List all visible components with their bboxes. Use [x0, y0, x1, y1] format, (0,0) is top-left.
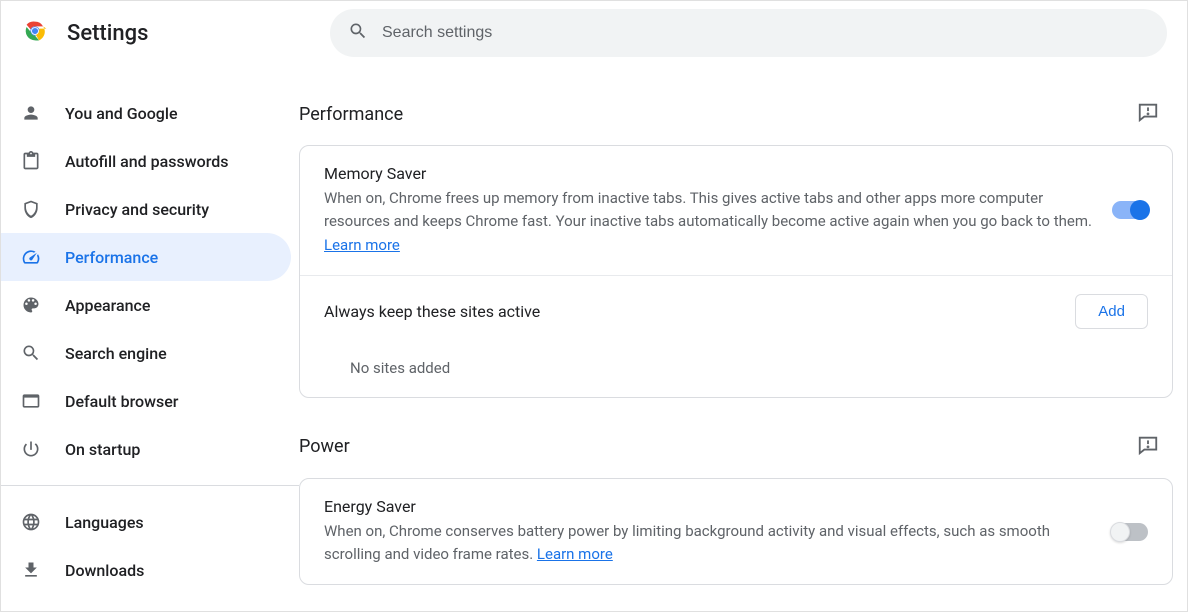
energy-saver-desc: When on, Chrome conserves battery power … — [324, 520, 1092, 567]
search-input[interactable] — [382, 24, 1149, 42]
memory-saver-desc: When on, Chrome frees up memory from ina… — [324, 187, 1092, 257]
sidebar-item-label: Privacy and security — [65, 200, 209, 219]
always-active-title: Always keep these sites active — [324, 302, 1055, 321]
sidebar-item-performance[interactable]: Performance — [1, 233, 291, 281]
sidebar-item-privacy[interactable]: Privacy and security — [1, 185, 291, 233]
feedback-icon[interactable] — [1137, 101, 1159, 127]
feedback-icon[interactable] — [1137, 434, 1159, 460]
app-header: Settings — [1, 1, 1187, 65]
learn-more-link[interactable]: Learn more — [324, 236, 400, 254]
energy-saver-row: Energy Saver When on, Chrome conserves b… — [300, 479, 1172, 585]
no-sites-text: No sites added — [300, 347, 1172, 397]
sidebar-item-label: Default browser — [65, 392, 178, 411]
section-title: Performance — [299, 104, 403, 125]
person-icon — [21, 103, 41, 123]
section-header-performance: Performance — [299, 65, 1179, 145]
sidebar-item-label: Appearance — [65, 296, 150, 315]
power-icon — [21, 439, 41, 459]
globe-icon — [21, 512, 41, 532]
sidebar-divider — [1, 485, 299, 486]
speedometer-icon — [21, 247, 41, 267]
sidebar-item-label: Performance — [65, 248, 158, 267]
sidebar-item-label: Search engine — [65, 344, 167, 363]
shield-icon — [21, 199, 41, 219]
sidebar-item-label: Autofill and passwords — [65, 152, 228, 171]
sidebar-item-downloads[interactable]: Downloads — [1, 546, 291, 594]
sidebar-item-default-browser[interactable]: Default browser — [1, 377, 291, 425]
sidebar-item-search-engine[interactable]: Search engine — [1, 329, 291, 377]
learn-more-link[interactable]: Learn more — [537, 545, 613, 563]
sidebar-item-label: Downloads — [65, 561, 144, 580]
sidebar-item-on-startup[interactable]: On startup — [1, 425, 291, 473]
browser-icon — [21, 391, 41, 411]
sidebar: You and Google Autofill and passwords Pr… — [1, 65, 299, 611]
download-icon — [21, 560, 41, 580]
palette-icon — [21, 295, 41, 315]
always-active-row: Always keep these sites active Add — [300, 275, 1172, 347]
search-icon — [21, 343, 41, 363]
power-card: Energy Saver When on, Chrome conserves b… — [299, 478, 1173, 586]
main-content: Performance Memory Saver When on, Chrome… — [299, 65, 1187, 611]
page-title: Settings — [67, 21, 148, 46]
performance-card: Memory Saver When on, Chrome frees up me… — [299, 145, 1173, 398]
section-header-power: Power — [299, 398, 1179, 478]
memory-saver-row: Memory Saver When on, Chrome frees up me… — [300, 146, 1172, 275]
energy-saver-title: Energy Saver — [324, 497, 1092, 516]
sidebar-item-languages[interactable]: Languages — [1, 498, 291, 546]
search-icon — [348, 21, 368, 45]
search-box[interactable] — [330, 9, 1167, 57]
add-button[interactable]: Add — [1075, 294, 1148, 329]
clipboard-icon — [21, 151, 41, 171]
sidebar-item-label: You and Google — [65, 104, 178, 123]
section-title: Power — [299, 436, 350, 457]
memory-saver-toggle[interactable] — [1112, 201, 1148, 219]
memory-saver-title: Memory Saver — [324, 164, 1092, 183]
sidebar-item-appearance[interactable]: Appearance — [1, 281, 291, 329]
sidebar-item-label: On startup — [65, 440, 140, 459]
sidebar-item-label: Languages — [65, 513, 144, 532]
energy-saver-toggle[interactable] — [1112, 523, 1148, 541]
sidebar-item-autofill[interactable]: Autofill and passwords — [1, 137, 291, 185]
chrome-logo-icon — [21, 17, 49, 49]
sidebar-item-you-and-google[interactable]: You and Google — [1, 89, 291, 137]
